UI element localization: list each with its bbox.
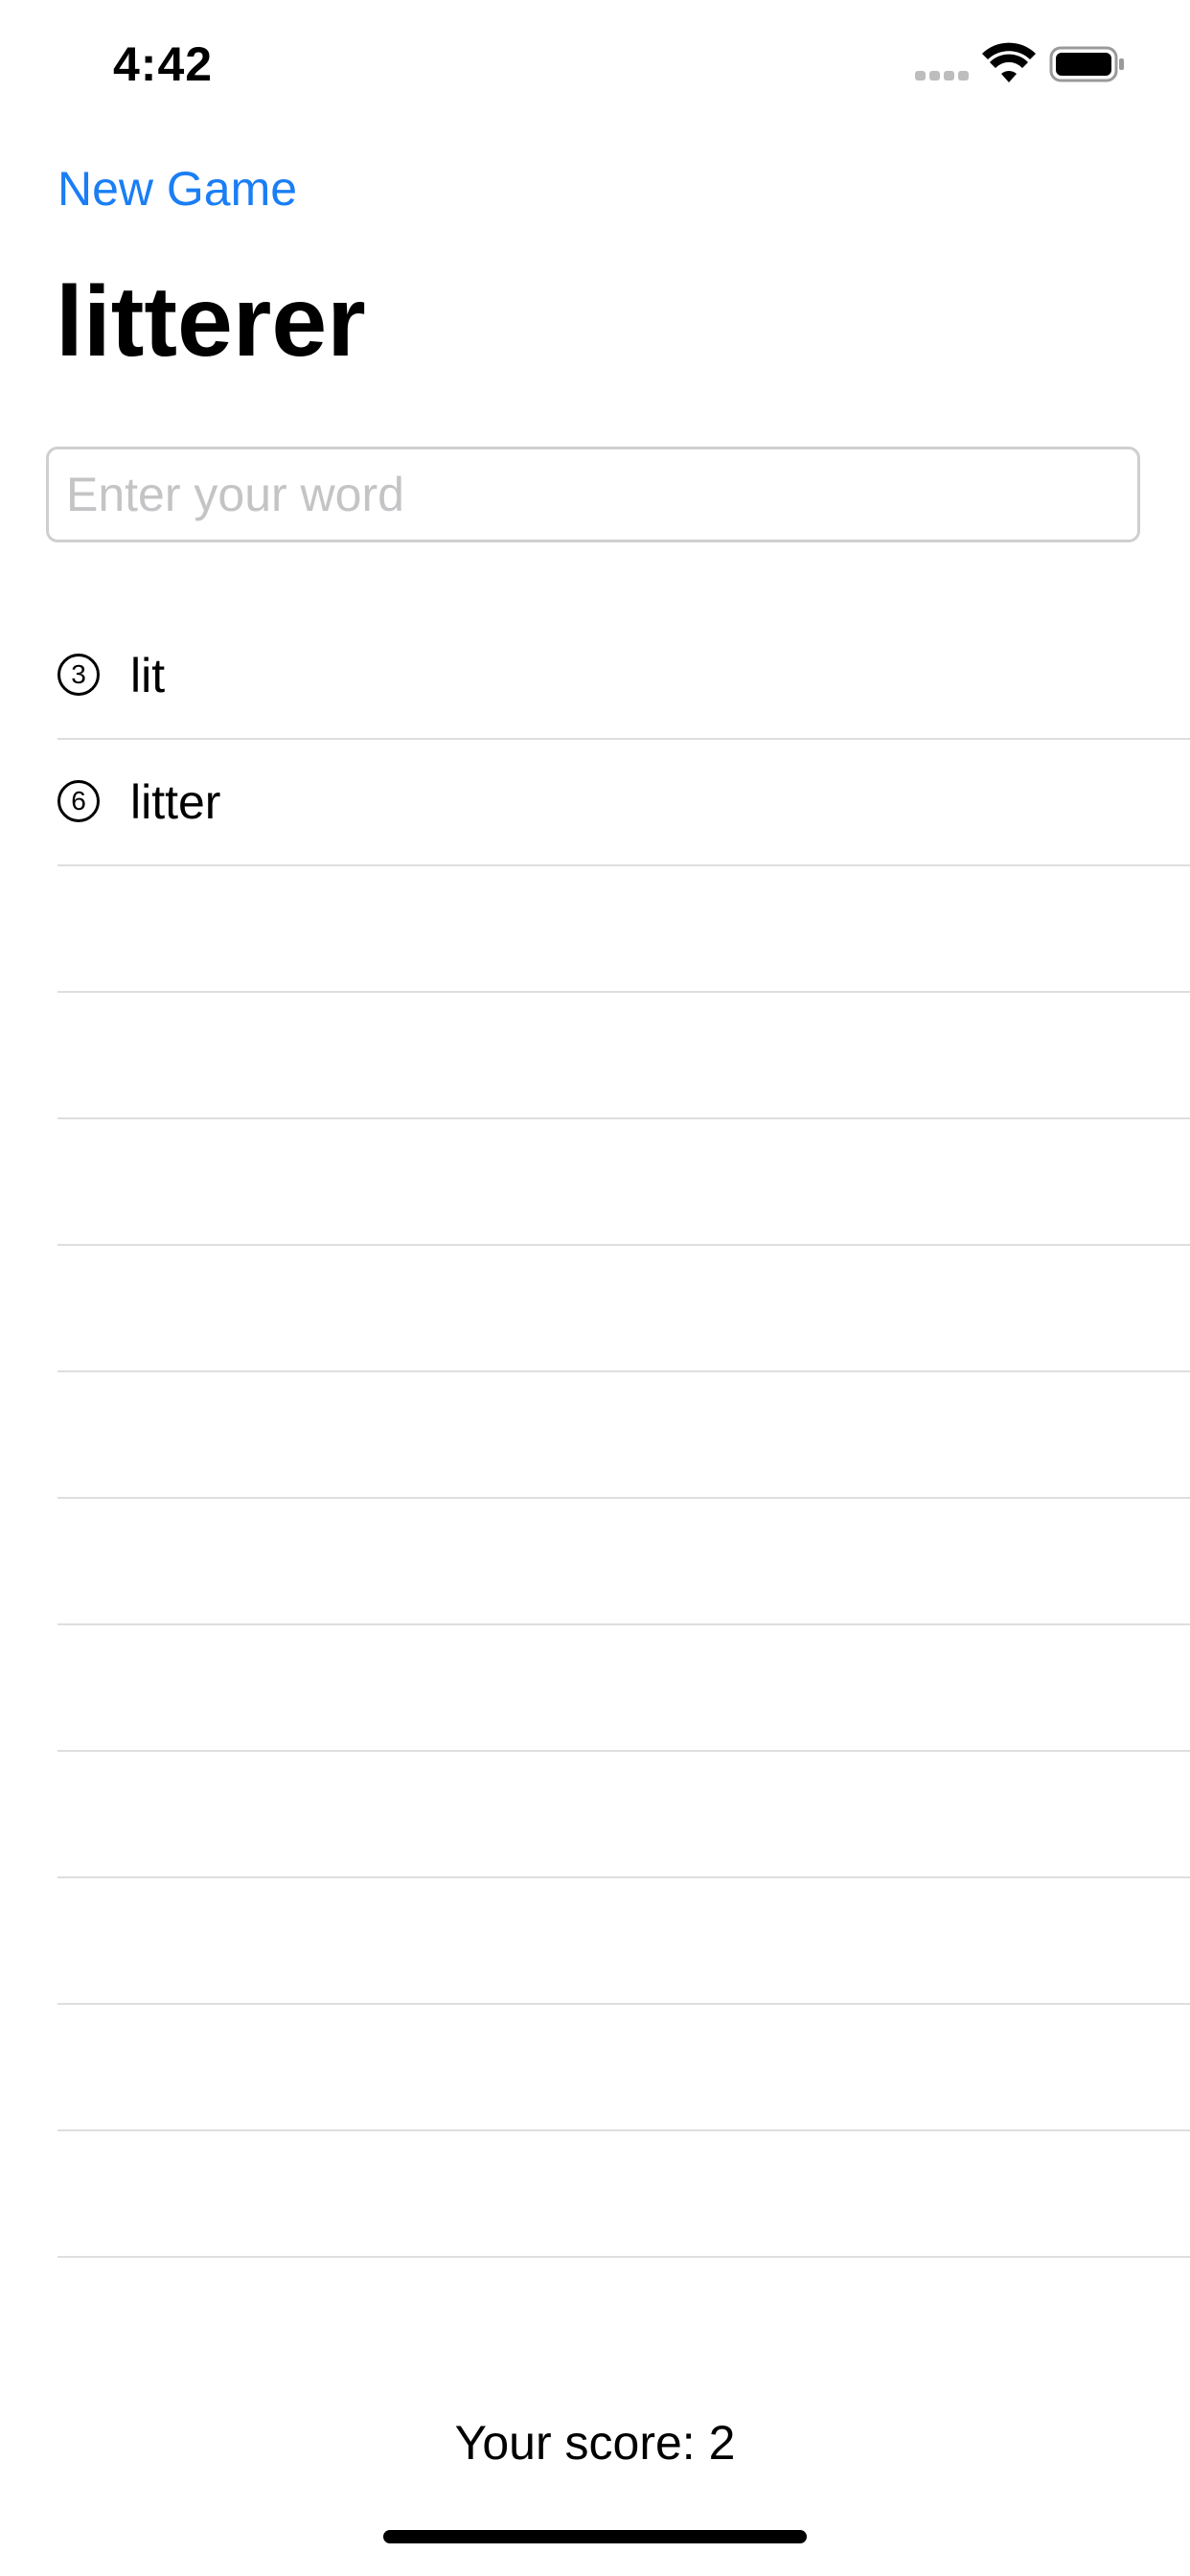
cellular-signal-icon [915,71,969,80]
letter-count-badge: 6 [57,780,100,822]
empty-list-row [57,2131,1190,2258]
status-time: 4:42 [113,37,214,91]
page-title: litterer [56,266,366,378]
empty-list-row [57,1752,1190,1878]
empty-list-row [57,866,1190,993]
empty-list-row [57,1878,1190,2005]
word-list: 3 lit 6 litter [0,613,1190,2258]
status-bar: 4:42 [0,0,1190,126]
word-text: lit [130,649,166,702]
list-item[interactable]: 3 lit [57,613,1190,740]
empty-list-row [57,993,1190,1119]
empty-list-row [57,1625,1190,1752]
word-input[interactable] [46,447,1140,542]
empty-list-row [57,1246,1190,1372]
new-game-button[interactable]: New Game [57,161,297,217]
score-label: Your score: 2 [454,2416,736,2470]
battery-icon [1049,46,1124,82]
empty-list-row [57,1372,1190,1499]
list-item[interactable]: 6 litter [57,740,1190,866]
letter-count-badge: 3 [57,654,100,696]
empty-list-row [57,2005,1190,2131]
empty-list-row [57,1119,1190,1246]
word-text: litter [130,775,221,829]
wifi-icon [982,42,1036,82]
empty-list-row [57,1499,1190,1625]
home-indicator[interactable] [383,2530,807,2543]
